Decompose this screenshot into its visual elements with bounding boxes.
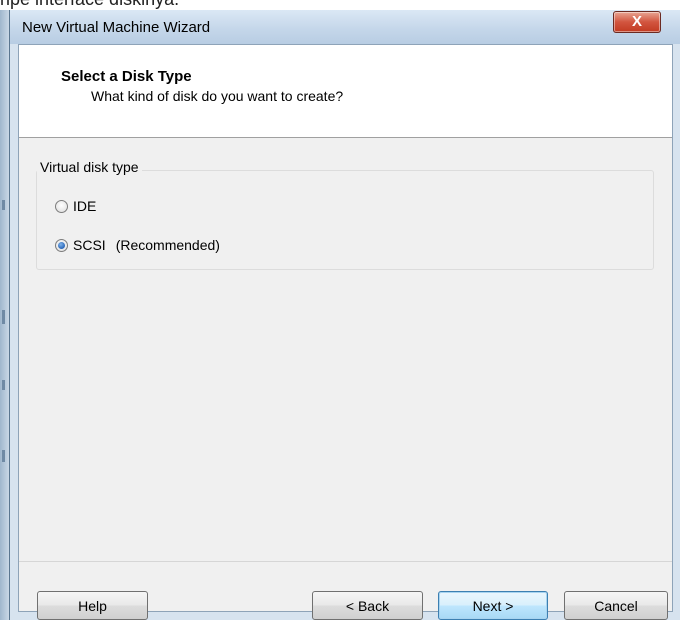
radio-option-ide[interactable]: IDE (55, 196, 96, 216)
help-button[interactable]: Help (37, 591, 148, 620)
radio-unchecked-icon[interactable] (55, 199, 68, 213)
background-document-text: ripe interface diskinya. (0, 0, 680, 10)
radio-label-ide[interactable]: IDE (73, 198, 96, 214)
background-window-edge (0, 10, 9, 620)
radio-option-scsi[interactable]: SCSI (Recommended) (55, 235, 220, 255)
disk-type-group-legend: Virtual disk type (37, 159, 142, 175)
back-button[interactable]: < Back (312, 591, 423, 620)
close-icon: X (631, 13, 642, 30)
close-button[interactable]: X (613, 11, 661, 33)
wizard-header: Select a Disk Type What kind of disk do … (19, 45, 672, 138)
next-button[interactable]: Next > (438, 591, 548, 620)
cancel-button[interactable]: Cancel (564, 591, 668, 620)
footer-divider (19, 561, 672, 562)
disk-type-group (36, 170, 654, 270)
radio-label-scsi[interactable]: SCSI (73, 237, 106, 253)
page-title: Select a Disk Type (61, 68, 192, 85)
window-title: New Virtual Machine Wizard (22, 19, 211, 36)
radio-checked-icon[interactable] (55, 238, 68, 252)
title-bar[interactable]: New Virtual Machine Wizard X (10, 10, 680, 44)
wizard-client-area: Select a Disk Type What kind of disk do … (18, 44, 673, 620)
radio-note-recommended[interactable]: (Recommended) (116, 237, 220, 253)
wizard-window: New Virtual Machine Wizard X Select a Di… (9, 10, 680, 620)
page-subtitle: What kind of disk do you want to create? (91, 88, 344, 104)
